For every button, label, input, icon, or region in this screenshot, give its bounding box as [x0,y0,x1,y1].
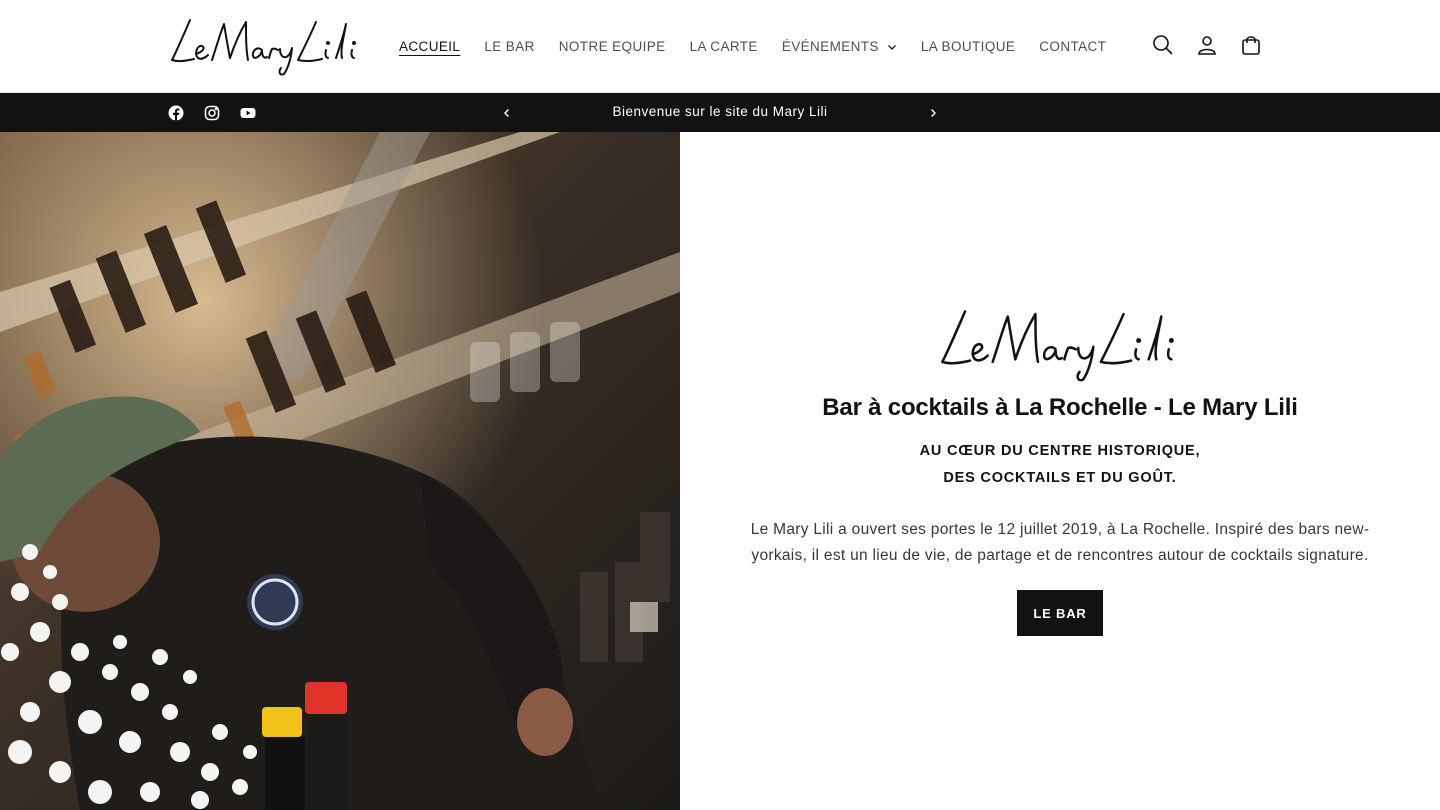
chevron-right-icon [931,108,936,117]
nav-item-la-carte[interactable]: LA CARTE [690,39,758,54]
nav-item-evenements[interactable]: ÉVÉNEMENTS [782,39,897,54]
main-nav: ACCUEIL LE BAR NOTRE EQUIPE LA CARTE ÉVÉ… [399,0,1130,93]
hero-content: Bar à cocktails à La Rochelle - Le Mary … [680,132,1440,810]
social-links [167,93,257,132]
hero-logo [930,304,1190,382]
facebook-icon[interactable] [167,104,185,122]
le-bar-button[interactable]: LE BAR [1017,590,1103,636]
search-icon[interactable] [1150,30,1176,60]
announcement-prev-button[interactable] [497,93,517,132]
announcement-next-button[interactable] [923,93,943,132]
hero-subtitle-line-2: DES COCKTAILS ET DU GOÛT. [943,470,1177,486]
hero-subtitle: AU CŒUR DU CENTRE HISTORIQUE, DES COCKTA… [680,438,1440,492]
brand-logo[interactable] [168,14,363,76]
nav-item-le-bar[interactable]: LE BAR [484,39,534,54]
instagram-icon[interactable] [203,104,221,122]
nav-item-contact[interactable]: CONTACT [1039,39,1106,54]
nav-item-accueil[interactable]: ACCUEIL [399,39,460,54]
chevron-left-icon [504,108,509,117]
account-icon[interactable] [1194,30,1220,60]
cart-icon[interactable] [1238,30,1264,60]
hero-title: Bar à cocktails à La Rochelle - Le Mary … [822,394,1298,421]
hero-image-bartender [0,132,680,810]
youtube-icon[interactable] [239,104,257,122]
hero-subtitle-line-1: AU CŒUR DU CENTRE HISTORIQUE, [919,443,1201,459]
nav-item-la-boutique[interactable]: LA BOUTIQUE [921,39,1015,54]
announcement-bar: Bienvenue sur le site du Mary Lili [0,93,1440,132]
site-header: ACCUEIL LE BAR NOTRE EQUIPE LA CARTE ÉVÉ… [0,0,1440,93]
announcement-text: Bienvenue sur le site du Mary Lili [612,104,828,119]
nav-item-evenements-label: ÉVÉNEMENTS [781,39,879,54]
chevron-down-icon [887,44,896,50]
header-icons [1150,30,1264,60]
nav-item-notre-equipe[interactable]: NOTRE EQUIPE [559,39,666,54]
hero-description: Le Mary Lili a ouvert ses portes le 12 j… [750,521,1370,564]
